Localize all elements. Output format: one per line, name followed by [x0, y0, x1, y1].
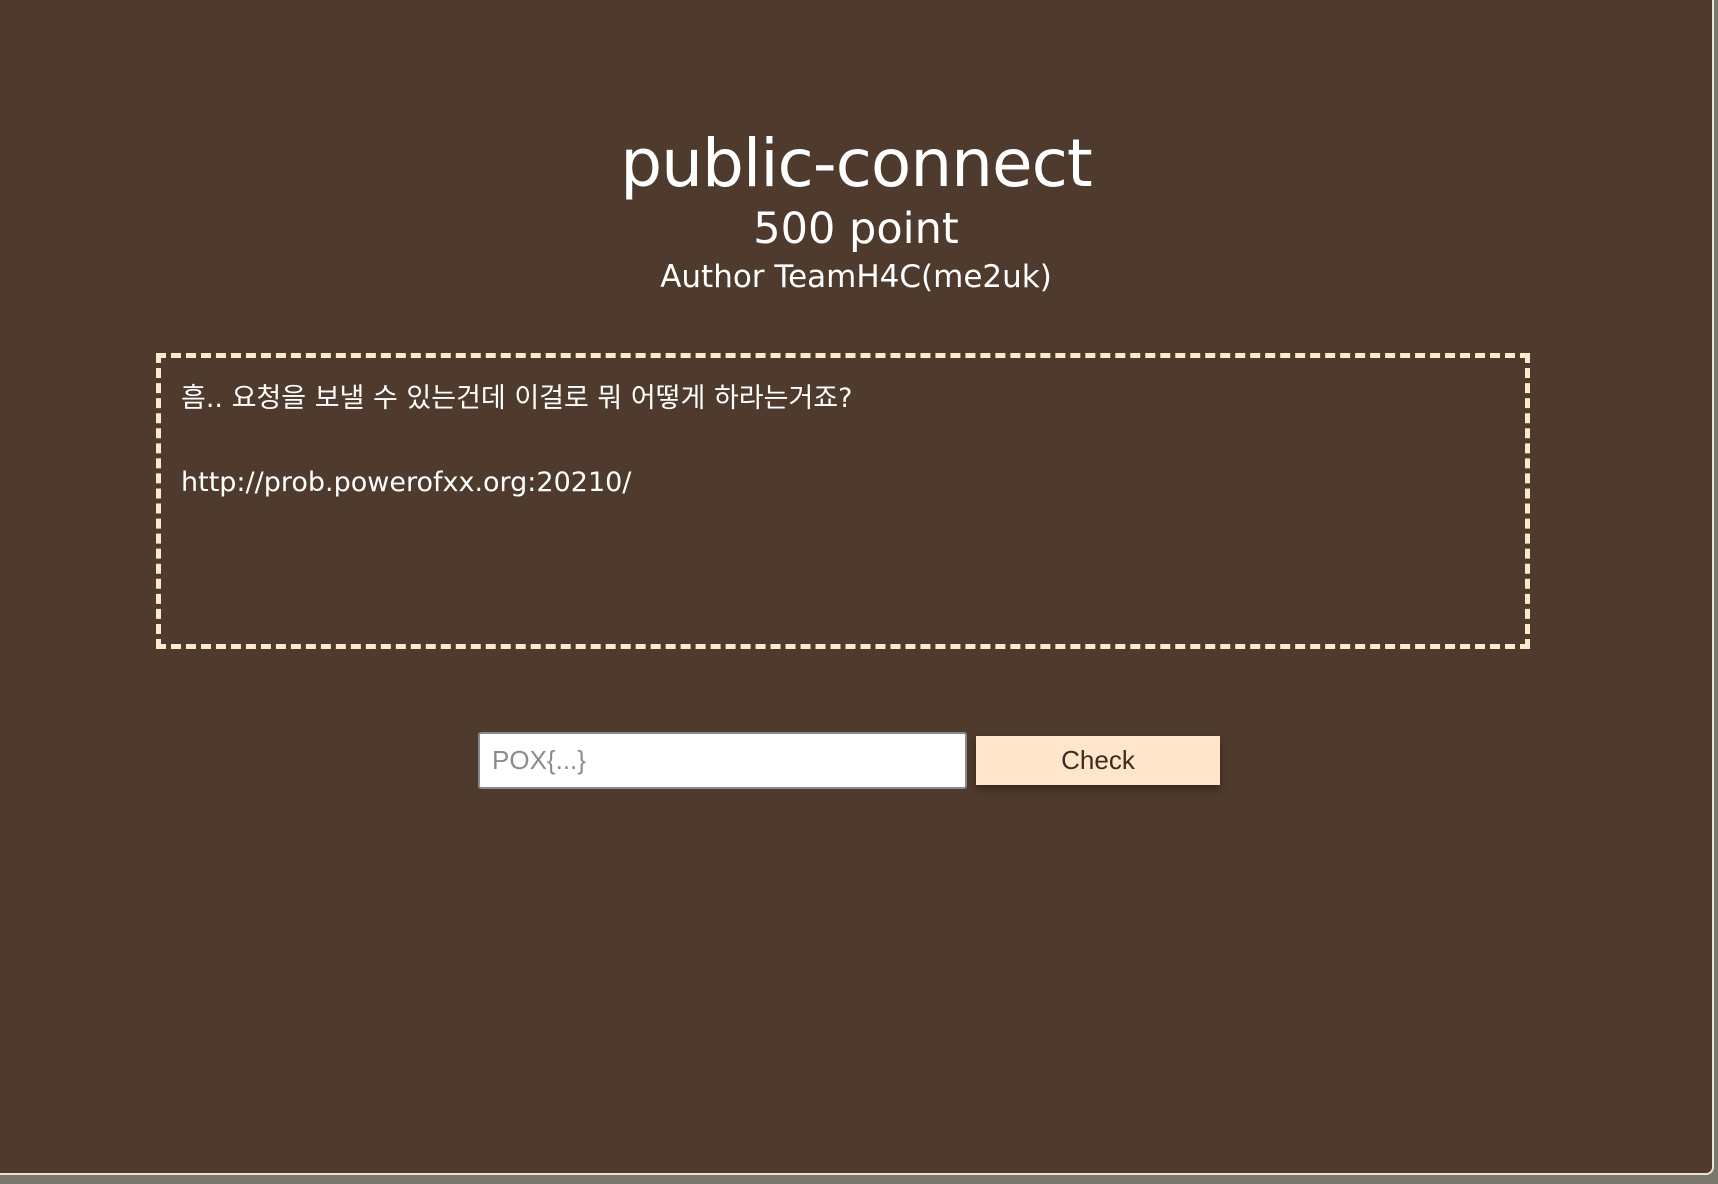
challenge-author: Author TeamH4C(me2uk): [660, 259, 1052, 295]
flag-input[interactable]: [478, 732, 967, 789]
challenge-title: public-connect: [620, 125, 1093, 202]
challenge-url: http://prob.powerofxx.org:20210/: [181, 467, 632, 498]
description-text: 흠.. 요청을 보낼 수 있는건데 이걸로 뭐 어떻게 하라는거죠?: [181, 383, 853, 414]
challenge-page: public-connect 500 point Author TeamH4C(…: [0, 0, 1714, 1175]
challenge-header: public-connect 500 point Author TeamH4C(…: [0, 125, 1712, 297]
challenge-points: 500 point: [753, 204, 959, 254]
description-box: 흠.. 요청을 보낼 수 있는건데 이걸로 뭐 어떻게 하라는거죠? http:…: [156, 353, 1530, 649]
check-button[interactable]: Check: [976, 736, 1220, 785]
